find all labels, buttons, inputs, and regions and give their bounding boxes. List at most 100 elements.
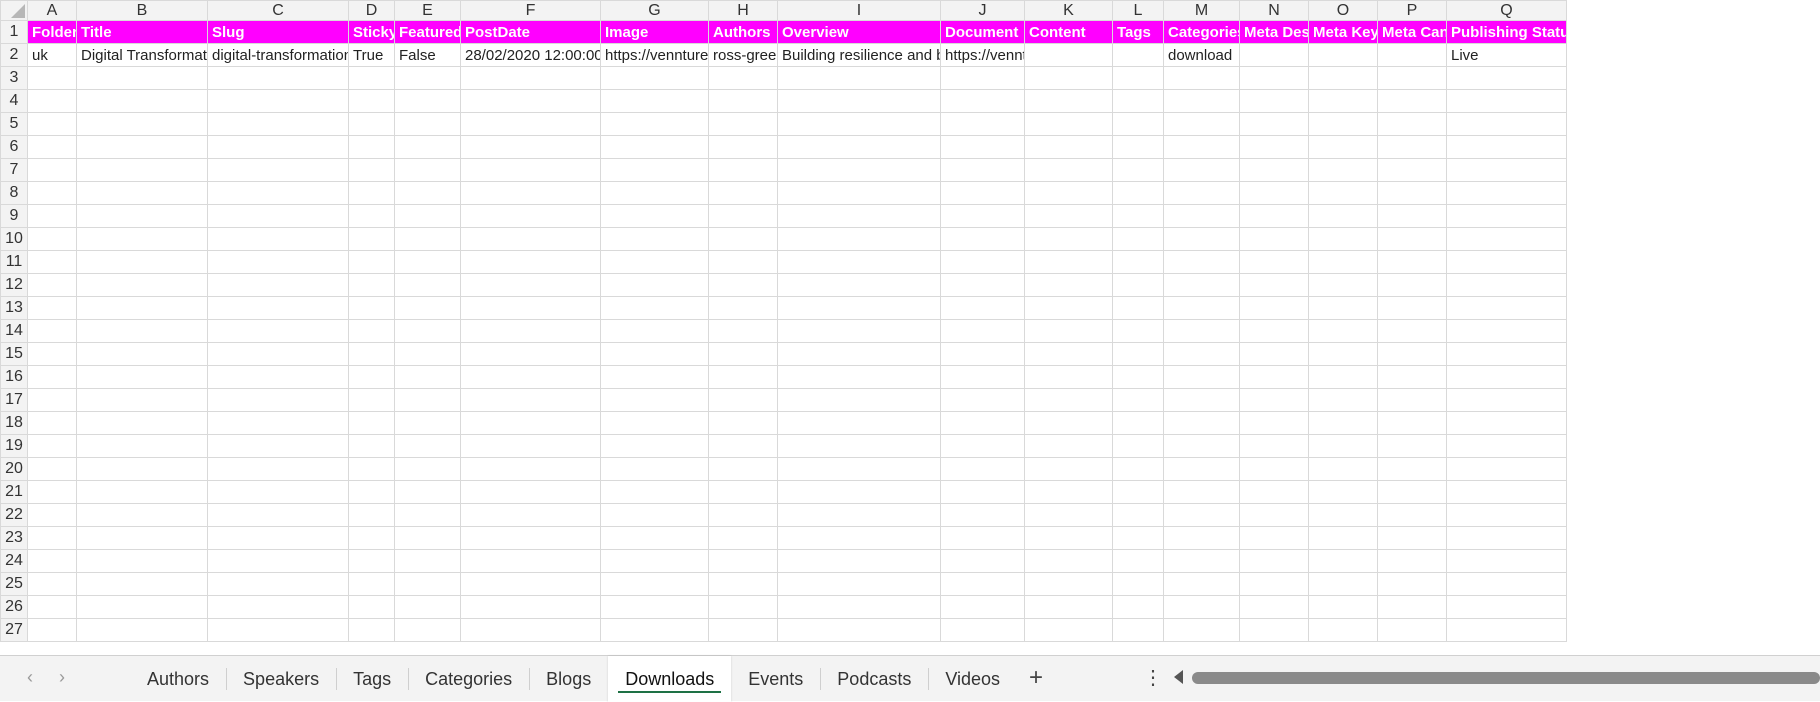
empty-cell[interactable]: [1112, 457, 1164, 481]
column-header-i[interactable]: I: [777, 0, 941, 21]
empty-cell[interactable]: [708, 342, 778, 366]
empty-cell[interactable]: [940, 296, 1025, 320]
column-header-e[interactable]: E: [394, 0, 461, 21]
empty-cell[interactable]: [1239, 296, 1309, 320]
empty-cell[interactable]: [394, 618, 461, 642]
empty-cell[interactable]: [1112, 135, 1164, 159]
empty-cell[interactable]: [27, 503, 77, 527]
empty-cell[interactable]: [1239, 365, 1309, 389]
empty-cell[interactable]: [600, 112, 709, 136]
empty-cell[interactable]: [394, 572, 461, 596]
empty-cell[interactable]: [777, 227, 941, 251]
empty-cell[interactable]: [777, 158, 941, 182]
empty-cell[interactable]: [1308, 112, 1378, 136]
empty-cell[interactable]: [940, 457, 1025, 481]
empty-cell[interactable]: [76, 618, 208, 642]
empty-cell[interactable]: [1239, 526, 1309, 550]
empty-cell[interactable]: [777, 526, 941, 550]
empty-cell[interactable]: [394, 526, 461, 550]
empty-cell[interactable]: [1024, 480, 1113, 504]
empty-cell[interactable]: [940, 319, 1025, 343]
empty-cell[interactable]: [460, 296, 601, 320]
empty-cell[interactable]: [1163, 434, 1240, 458]
header-cell[interactable]: Publishing Status: [1446, 20, 1567, 44]
empty-cell[interactable]: [1377, 227, 1447, 251]
empty-cell[interactable]: [207, 618, 349, 642]
row-header[interactable]: 23: [0, 526, 28, 550]
data-cell[interactable]: [1239, 43, 1309, 67]
empty-cell[interactable]: [1112, 342, 1164, 366]
empty-cell[interactable]: [1446, 227, 1567, 251]
empty-cell[interactable]: [777, 457, 941, 481]
empty-cell[interactable]: [460, 250, 601, 274]
empty-cell[interactable]: [1239, 595, 1309, 619]
empty-cell[interactable]: [1024, 618, 1113, 642]
empty-cell[interactable]: [600, 89, 709, 113]
empty-cell[interactable]: [600, 572, 709, 596]
row-header[interactable]: 11: [0, 250, 28, 274]
empty-cell[interactable]: [348, 480, 395, 504]
empty-cell[interactable]: [1446, 158, 1567, 182]
empty-cell[interactable]: [940, 365, 1025, 389]
row-header[interactable]: 25: [0, 572, 28, 596]
empty-cell[interactable]: [1163, 158, 1240, 182]
empty-cell[interactable]: [207, 273, 349, 297]
empty-cell[interactable]: [1308, 549, 1378, 573]
empty-cell[interactable]: [1239, 250, 1309, 274]
row-header[interactable]: 7: [0, 158, 28, 182]
empty-cell[interactable]: [1163, 618, 1240, 642]
empty-cell[interactable]: [600, 549, 709, 573]
data-cell[interactable]: True: [348, 43, 395, 67]
empty-cell[interactable]: [394, 319, 461, 343]
empty-cell[interactable]: [1446, 618, 1567, 642]
empty-cell[interactable]: [1308, 273, 1378, 297]
empty-cell[interactable]: [1112, 365, 1164, 389]
empty-cell[interactable]: [1024, 181, 1113, 205]
empty-cell[interactable]: [940, 204, 1025, 228]
empty-cell[interactable]: [1308, 135, 1378, 159]
empty-cell[interactable]: [207, 434, 349, 458]
empty-cell[interactable]: [27, 549, 77, 573]
empty-cell[interactable]: [1112, 250, 1164, 274]
empty-cell[interactable]: [1024, 204, 1113, 228]
empty-cell[interactable]: [460, 66, 601, 90]
empty-cell[interactable]: [76, 365, 208, 389]
column-header-q[interactable]: Q: [1446, 0, 1567, 21]
empty-cell[interactable]: [1024, 388, 1113, 412]
empty-cell[interactable]: [940, 388, 1025, 412]
header-cell[interactable]: Tags: [1112, 20, 1164, 44]
empty-cell[interactable]: [1163, 388, 1240, 412]
empty-cell[interactable]: [1308, 572, 1378, 596]
empty-cell[interactable]: [777, 135, 941, 159]
empty-cell[interactable]: [940, 158, 1025, 182]
empty-cell[interactable]: [76, 457, 208, 481]
empty-cell[interactable]: [1377, 549, 1447, 573]
row-header[interactable]: 18: [0, 411, 28, 435]
empty-cell[interactable]: [348, 273, 395, 297]
empty-cell[interactable]: [207, 480, 349, 504]
empty-cell[interactable]: [777, 434, 941, 458]
empty-cell[interactable]: [1024, 434, 1113, 458]
column-header-b[interactable]: B: [76, 0, 208, 21]
empty-cell[interactable]: [1308, 457, 1378, 481]
empty-cell[interactable]: [394, 411, 461, 435]
empty-cell[interactable]: [27, 319, 77, 343]
empty-cell[interactable]: [777, 365, 941, 389]
empty-cell[interactable]: [940, 89, 1025, 113]
empty-cell[interactable]: [1112, 296, 1164, 320]
empty-cell[interactable]: [940, 595, 1025, 619]
empty-cell[interactable]: [777, 342, 941, 366]
empty-cell[interactable]: [1239, 112, 1309, 136]
empty-cell[interactable]: [708, 411, 778, 435]
empty-cell[interactable]: [1239, 480, 1309, 504]
chevron-left-icon[interactable]: ‹: [18, 665, 42, 689]
empty-cell[interactable]: [348, 319, 395, 343]
empty-cell[interactable]: [1446, 342, 1567, 366]
header-cell[interactable]: Meta Cano: [1377, 20, 1447, 44]
row-header[interactable]: 20: [0, 457, 28, 481]
empty-cell[interactable]: [460, 618, 601, 642]
header-cell[interactable]: Sticky: [348, 20, 395, 44]
empty-cell[interactable]: [394, 388, 461, 412]
empty-cell[interactable]: [777, 503, 941, 527]
empty-cell[interactable]: [76, 342, 208, 366]
